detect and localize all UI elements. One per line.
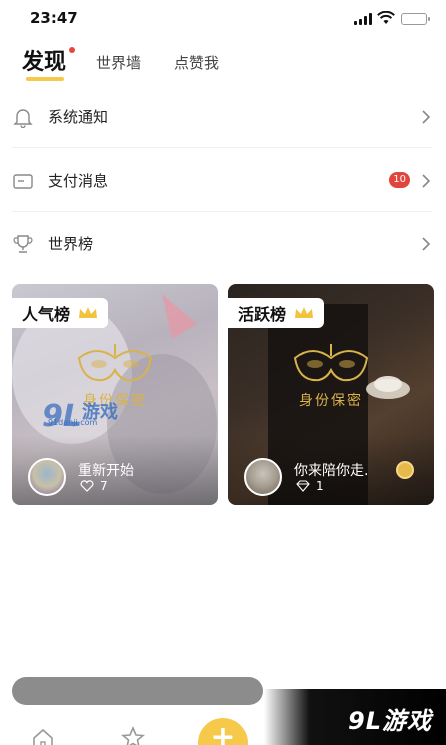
identity-secret-text: 身份保密 [299,393,363,409]
crown-icon [79,307,98,318]
wallet-icon [13,174,33,189]
unread-badge: 10 [389,172,410,188]
masquerade-mask-icon [77,344,153,382]
status-time: 23:47 [30,9,78,27]
crown-icon [295,307,314,318]
card-title: 人气榜 [12,298,109,328]
wifi-icon [377,11,395,24]
diamond-count: 1 [296,479,324,493]
diamond-icon [296,480,310,492]
tab-world-wall[interactable]: 世界墙 [96,52,141,73]
notification-dot [69,47,75,53]
card-title-text: 活跃榜 [238,305,287,324]
brand-text: 9L游戏 [348,707,432,735]
tab-active-indicator [26,77,64,81]
bell-icon [13,109,33,128]
masquerade-mask-icon [293,344,369,382]
trophy-icon [13,235,33,253]
home-icon[interactable] [31,728,55,745]
add-label: + [210,720,236,745]
card-title-text: 人气榜 [22,305,71,324]
watermark-url: 91danji.com [48,418,98,427]
svg-text:9L: 9L [42,399,82,432]
card-title: 活跃榜 [228,298,325,328]
popularity-ranking-card[interactable]: 人气榜 身份保密 9L 游戏 91danji.com 重新开始 7 [12,284,218,505]
battery-icon [401,13,430,25]
avatar[interactable] [244,458,282,496]
star-icon[interactable] [121,726,145,745]
activity-ranking-card[interactable]: 活跃榜 身份保密 你来陪你走. 1 [228,284,434,505]
user-name: 重新开始 [78,463,134,479]
row-label: 世界榜 [48,235,94,253]
avatar[interactable] [28,458,66,496]
chevron-right-icon [422,237,431,251]
scroll-overlay-bar [12,677,263,705]
like-count: 7 [80,479,108,493]
chevron-right-icon [422,174,431,188]
tab-liked-me[interactable]: 点赞我 [174,52,219,73]
tab-discover[interactable]: 发现 [22,44,66,76]
row-system-notice[interactable]: 系统通知 [12,86,432,148]
status-bar: 23:47 [0,0,446,38]
vip-badge-icon [396,461,414,479]
row-label: 支付消息 [48,172,109,190]
user-name: 你来陪你走. [294,463,369,479]
add-button[interactable]: + [198,718,248,745]
chevron-right-icon [422,110,431,124]
row-label: 系统通知 [48,108,109,126]
cellular-signal-icon [354,13,374,25]
heart-icon [80,480,94,492]
top-tabs: 发现 世界墙 点赞我 [0,44,446,84]
row-world-ranking[interactable]: 世界榜 [12,213,432,275]
row-payment-message[interactable]: 支付消息 10 [12,150,432,212]
brand-watermark: 9L游戏 [264,689,446,745]
